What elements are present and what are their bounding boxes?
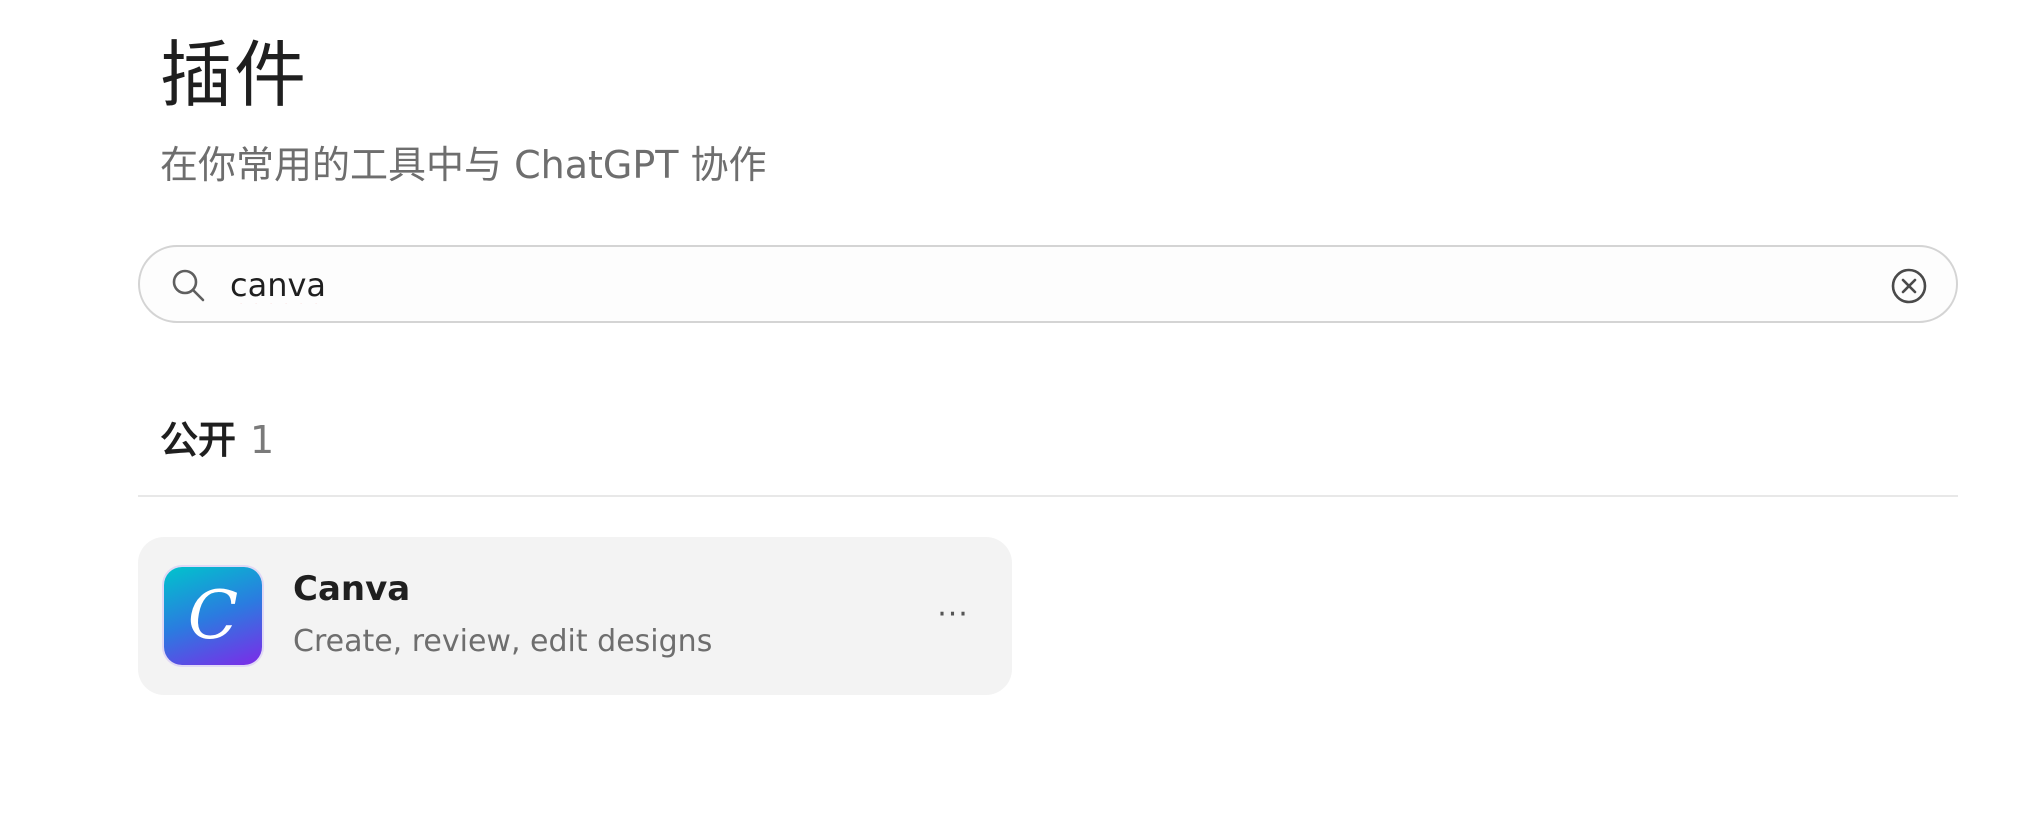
divider xyxy=(138,495,1958,497)
page-subtitle: 在你常用的工具中与 ChatGPT 协作 xyxy=(160,143,767,187)
plugin-description: Create, review, edit designs xyxy=(293,624,713,659)
plugins-page: 插件 在你常用的工具中与 ChatGPT 协作 公开 1 C Canva Crea… xyxy=(0,0,2036,835)
search-box[interactable] xyxy=(138,245,1958,323)
section-heading: 公开 1 xyxy=(160,415,274,465)
page-title: 插件 xyxy=(160,33,309,117)
clear-icon[interactable] xyxy=(1890,267,1928,305)
search-input[interactable] xyxy=(230,259,1830,311)
canva-logo-letter: C xyxy=(187,577,239,654)
canva-logo-icon: C xyxy=(164,567,262,665)
more-options-button[interactable]: ··· xyxy=(928,595,978,635)
search-icon xyxy=(172,269,205,302)
plugin-name: Canva xyxy=(293,569,411,609)
section-count: 1 xyxy=(250,418,275,462)
section-label: 公开 xyxy=(160,418,237,462)
plugin-card-canva[interactable]: C Canva Create, review, edit designs ··· xyxy=(138,537,1012,695)
